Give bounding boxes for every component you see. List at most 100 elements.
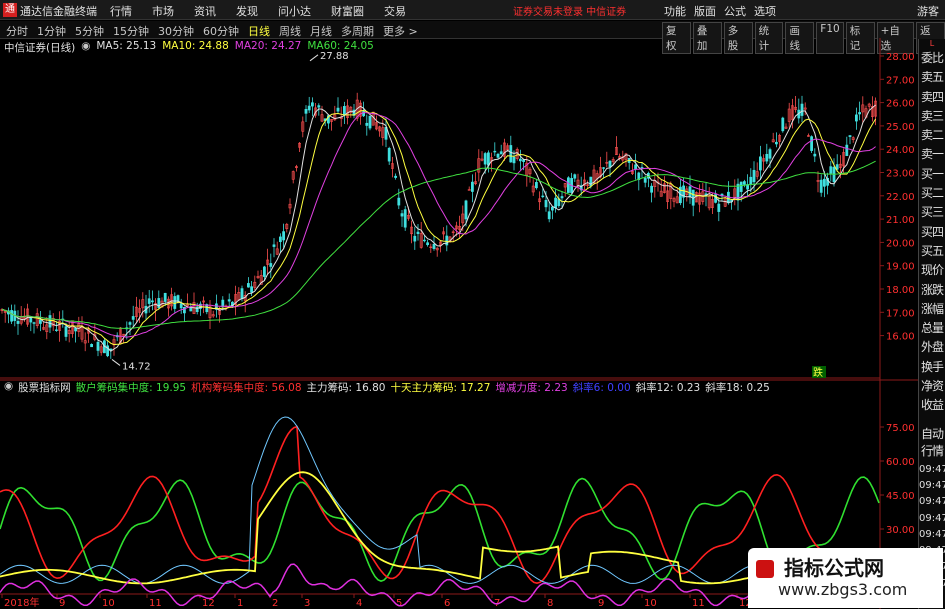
date-axis-label: 11 bbox=[149, 598, 162, 609]
candle-body bbox=[128, 322, 132, 325]
menu-discover[interactable]: 发现 bbox=[236, 3, 258, 19]
candle-body bbox=[278, 236, 282, 243]
candle-body bbox=[800, 103, 804, 116]
candle-body bbox=[650, 185, 654, 193]
candle-body bbox=[544, 200, 548, 208]
candle-body bbox=[858, 112, 862, 115]
app-logo-icon: 通 bbox=[3, 3, 17, 17]
candle-body bbox=[602, 167, 606, 169]
period-toolbar: 分时 1分钟 5分钟 15分钟 30分钟 60分钟 日线 周线 月线 多周期 更多 > 复权 叠加 多股… bbox=[0, 21, 945, 54]
menu-trade[interactable]: 交易 bbox=[384, 3, 406, 19]
candle-body bbox=[813, 153, 817, 157]
side-panel-item: 总量 bbox=[920, 321, 944, 336]
trade-time: 09:47 bbox=[919, 463, 945, 475]
candle-body bbox=[38, 319, 42, 324]
price-axis-label: 22.00 bbox=[886, 192, 915, 203]
side-panel-item: 外盘 bbox=[920, 340, 944, 355]
candle-body bbox=[819, 179, 823, 193]
period-tab[interactable]: 月线 bbox=[310, 23, 332, 39]
candle-body bbox=[74, 328, 78, 332]
indicator-value: 斜率12: 0.23 bbox=[635, 382, 701, 394]
menu-ask[interactable]: 问小达 bbox=[278, 3, 311, 19]
candle-body bbox=[534, 182, 538, 189]
candle-body bbox=[394, 175, 398, 178]
period-tab[interactable]: 更多 > bbox=[383, 23, 418, 39]
side-panel-item: 买三 bbox=[920, 205, 944, 220]
candle-body bbox=[781, 117, 785, 132]
stock-name: 中信证券(日线) bbox=[4, 42, 76, 54]
indicator-name[interactable]: 股票指标网 bbox=[18, 380, 71, 396]
candle-body bbox=[269, 263, 273, 267]
price-axis-label: 27.00 bbox=[886, 75, 915, 86]
indicator-settings-icon[interactable]: ◉ bbox=[4, 380, 13, 396]
chart-area[interactable]: 28.00 27.00 26.00 25.00 24.00 23.00 22.00 21.00… bbox=[0, 38, 918, 609]
price-axis-label: 26.00 bbox=[886, 99, 915, 110]
indicator-axis-label: 45.00 bbox=[886, 491, 915, 502]
side-panel-item: 卖三 bbox=[920, 108, 944, 123]
price-axis-label: 16.00 bbox=[886, 332, 915, 343]
date-axis-label: 11 bbox=[692, 598, 705, 609]
period-tab[interactable]: 1分钟 bbox=[37, 23, 66, 39]
candle-body bbox=[147, 298, 151, 304]
candle-body bbox=[426, 242, 430, 246]
side-panel-item: 买二 bbox=[920, 186, 944, 201]
price-info-bar: 中信证券(日线) ◉ MA5: 25.13 MA10: 24.88 MA20: … bbox=[0, 40, 880, 56]
guest-user[interactable]: 游客 bbox=[917, 3, 939, 19]
side-panel-item: 涨跌 bbox=[920, 282, 944, 297]
menu-options[interactable]: 选项 bbox=[754, 3, 776, 19]
candle-body bbox=[227, 299, 231, 302]
period-tab[interactable]: 周线 bbox=[279, 23, 301, 39]
candle-body bbox=[368, 115, 372, 129]
period-tab[interactable]: 60分钟 bbox=[203, 23, 239, 39]
candle-body bbox=[413, 235, 417, 242]
period-tab[interactable]: 日线 bbox=[248, 23, 270, 39]
candle-body bbox=[179, 303, 183, 309]
indicator-info-bar: ◉ 股票指标网 散户筹码集中度: 19.95 机构筹码集中度: 56.08 主力筹码… bbox=[0, 380, 880, 396]
candle-body bbox=[845, 144, 849, 157]
menu-news[interactable]: 资讯 bbox=[194, 3, 216, 19]
candle-body bbox=[310, 102, 314, 107]
period-tab[interactable]: 5分钟 bbox=[75, 23, 104, 39]
ma-settings-icon[interactable]: ◉ bbox=[81, 40, 90, 56]
candle-body bbox=[739, 181, 743, 192]
period-tab[interactable]: 分时 bbox=[6, 23, 28, 39]
candle-body bbox=[822, 178, 826, 187]
low-price-label: 14.72 bbox=[122, 361, 151, 372]
price-axis-label: 21.00 bbox=[886, 215, 915, 226]
menu-layout[interactable]: 版面 bbox=[694, 3, 716, 19]
candle-body bbox=[560, 196, 564, 199]
date-axis-label: 1 bbox=[237, 598, 243, 609]
date-axis-label: 2 bbox=[272, 598, 278, 609]
period-tab[interactable]: 30分钟 bbox=[158, 23, 194, 39]
date-axis-label: 6 bbox=[444, 598, 450, 609]
candle-body bbox=[173, 296, 177, 309]
menu-formula[interactable]: 公式 bbox=[724, 3, 746, 19]
candle-body bbox=[573, 174, 577, 179]
candle-body bbox=[566, 177, 570, 193]
indicator-axis-label: 30.00 bbox=[886, 525, 915, 536]
candle-body bbox=[240, 288, 244, 300]
candle-body bbox=[16, 320, 20, 324]
date-axis-label: 5 bbox=[396, 598, 402, 609]
date-axis-label: 8 bbox=[547, 598, 553, 609]
menu-wealth[interactable]: 财富圈 bbox=[331, 3, 364, 19]
date-axis-label: 2018年 bbox=[4, 596, 39, 609]
indicator-value: 增减力度: 2.23 bbox=[495, 382, 568, 394]
indicator-value: 斜率6: 0.00 bbox=[572, 382, 631, 394]
period-tab[interactable]: 15分钟 bbox=[113, 23, 149, 39]
indicator-axis-label: 60.00 bbox=[886, 457, 915, 468]
period-tab[interactable]: 多周期 bbox=[341, 23, 374, 39]
menu-quotes[interactable]: 行情 bbox=[110, 3, 132, 19]
trade-time: 09:47 bbox=[919, 496, 945, 508]
period-tabs: 分时 1分钟 5分钟 15分钟 30分钟 60分钟 日线 周线 月线 多周期 更多 > bbox=[6, 23, 418, 39]
side-panel-item: 卖一 bbox=[920, 147, 944, 162]
ma20-line bbox=[1, 111, 876, 338]
candle-body bbox=[470, 181, 474, 192]
ma10-value: MA10: 24.88 bbox=[162, 40, 229, 52]
menu-market[interactable]: 市场 bbox=[152, 3, 174, 19]
candle-body bbox=[247, 283, 250, 288]
menu-function[interactable]: 功能 bbox=[664, 3, 686, 19]
login-status[interactable]: 证券交易未登录 中信证券 bbox=[513, 3, 626, 18]
candle-body bbox=[221, 299, 225, 307]
candle-body bbox=[547, 211, 551, 220]
